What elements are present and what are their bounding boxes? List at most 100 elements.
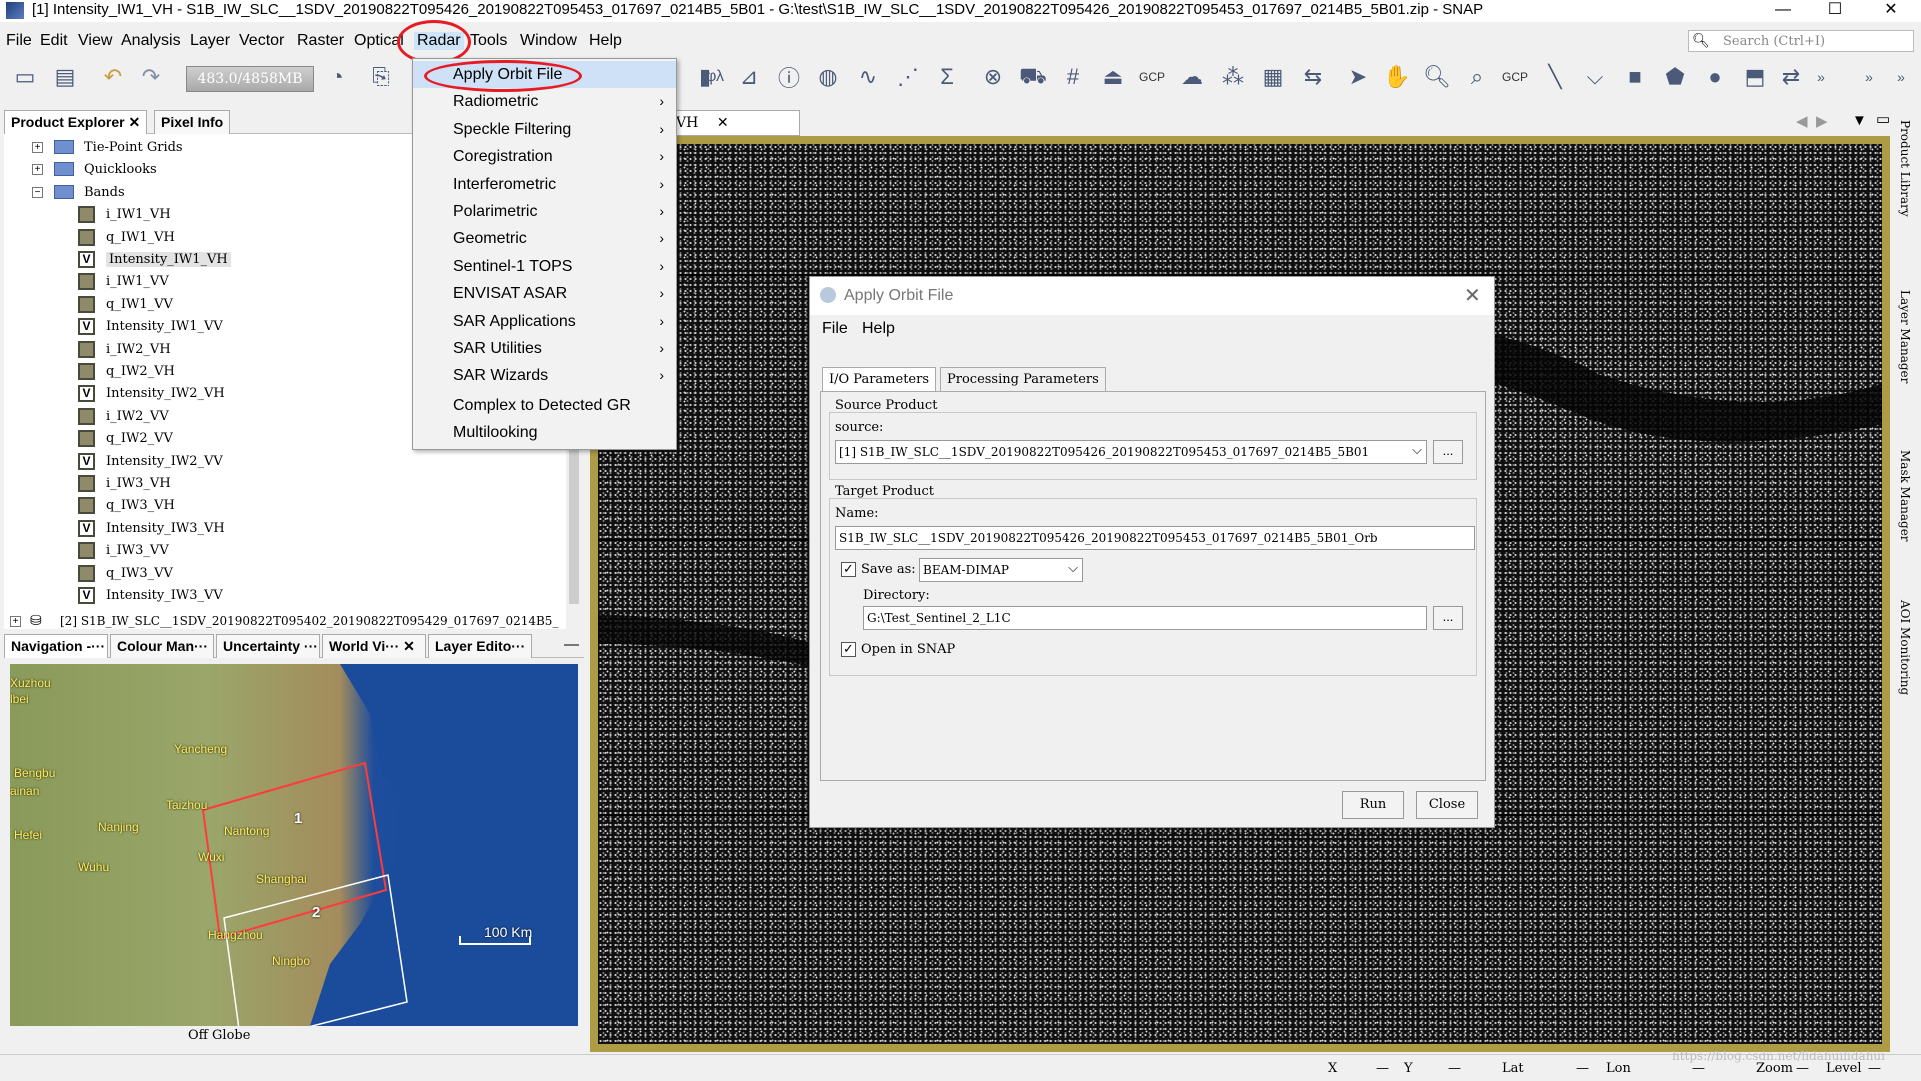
tab-layer-manager[interactable]: Layer Manager: [1898, 290, 1912, 383]
close-button[interactable]: Close: [1416, 791, 1478, 819]
rectangle-drawing-icon[interactable]: ■: [1620, 62, 1650, 92]
time-series-icon[interactable]: ⊗: [978, 62, 1008, 92]
directory-browse-button[interactable]: ...: [1433, 606, 1463, 630]
radar-menu-item-complex-to-detected-gr[interactable]: Complex to Detected GR: [413, 392, 676, 419]
expand-icon[interactable]: +: [10, 616, 21, 627]
menu-tools[interactable]: Tools: [470, 32, 507, 50]
tab-mask-manager[interactable]: Mask Manager: [1898, 450, 1912, 542]
radar-menu-item-multilooking[interactable]: Multilooking: [413, 419, 676, 446]
save-product-icon[interactable]: ▤: [50, 62, 80, 92]
menu-file[interactable]: File: [6, 32, 32, 50]
range-finder-icon[interactable]: ⇄: [1776, 62, 1806, 92]
synced-view-icon[interactable]: ⇆: [1298, 62, 1328, 92]
pin-placing-icon[interactable]: ⌕: [1462, 62, 1492, 92]
minimize-panel-icon[interactable]: —: [564, 636, 579, 653]
pan-tool-icon[interactable]: ✋: [1382, 62, 1412, 92]
toolbar-overflow-icon[interactable]: »: [1806, 62, 1836, 92]
radar-menu-item-interferometric[interactable]: Interferometric ›: [413, 171, 676, 198]
pin-manager-icon[interactable]: ⛟: [1018, 62, 1048, 92]
radar-menu-item-coregistration[interactable]: Coregistration ›: [413, 143, 676, 170]
radar-menu-item-sentinel-1-tops[interactable]: Sentinel-1 TOPS ›: [413, 253, 676, 280]
tree-node-i-iw3-vh[interactable]: i_IW3_VH: [4, 474, 564, 494]
menu-edit[interactable]: Edit: [40, 32, 68, 50]
information-icon[interactable]: ⓘ: [774, 62, 804, 92]
tab-colour-manipulation[interactable]: Colour Man···: [110, 634, 214, 658]
magic-wand-icon[interactable]: ⬒: [1740, 62, 1770, 92]
save-as-checkbox[interactable]: ✓: [841, 562, 856, 577]
scroll-left-icon[interactable]: ◀: [1796, 112, 1808, 130]
save-format-select[interactable]: BEAM-DIMAP ⌵: [919, 558, 1083, 582]
tab-uncertainty[interactable]: Uncertainty ···: [216, 634, 320, 658]
world-view-map[interactable]: Xuzhou lbei Yancheng Bengbu ainan Taizho…: [10, 664, 578, 1026]
maximize-icon[interactable]: ☐: [1810, 0, 1860, 22]
menu-view[interactable]: View: [78, 32, 112, 50]
mosaic-icon[interactable]: ▦: [1258, 62, 1288, 92]
menu-analysis[interactable]: Analysis: [121, 32, 181, 50]
expand-icon[interactable]: +: [32, 164, 43, 176]
pin-icon[interactable]: ⏏: [1098, 62, 1128, 92]
tree-node-q-iw3-vh[interactable]: q_IW3_VH: [4, 496, 564, 516]
dialog-close-icon[interactable]: ✕: [1464, 283, 1481, 308]
polyline-icon[interactable]: ⌵: [1580, 62, 1610, 92]
tree-node-intensity-iw3-vv[interactable]: V Intensity_IW3_VV: [4, 586, 564, 606]
expand-icon[interactable]: +: [32, 142, 43, 153]
spectrum-icon[interactable]: ∿: [853, 62, 883, 92]
menu-raster[interactable]: Raster: [297, 32, 344, 50]
radar-menu-item-radiometric[interactable]: Radiometric ›: [413, 88, 676, 115]
source-product-select[interactable]: [1] S1B_IW_SLC__1SDV_20190822T095426_201…: [835, 440, 1427, 464]
close-tab-icon[interactable]: ✕: [128, 114, 140, 130]
radar-menu-item-apply-orbit-file[interactable]: Apply Orbit File: [413, 61, 676, 88]
undo-icon[interactable]: ↶: [98, 62, 128, 92]
wavelength-icon[interactable]: φλ: [700, 62, 730, 92]
tree-node-intensity-iw2-vv[interactable]: V Intensity_IW2_VV: [4, 452, 564, 472]
grid-icon[interactable]: #: [1058, 62, 1088, 92]
cloud-icon[interactable]: ☁: [1177, 62, 1207, 92]
dialog-menu-help[interactable]: Help: [862, 320, 895, 338]
close-tab-icon[interactable]: ✕: [717, 115, 729, 131]
menu-vector[interactable]: Vector: [239, 32, 284, 50]
memory-indicator[interactable]: 483.0/4858MB: [186, 66, 314, 92]
tab-io-parameters[interactable]: I/O Parameters: [822, 367, 937, 391]
tree-node-intensity-iw3-vh[interactable]: V Intensity_IW3_VH: [4, 519, 564, 539]
layer-editor-icon[interactable]: ⁂: [1218, 62, 1248, 92]
menu-window[interactable]: Window: [520, 32, 577, 50]
tab-processing-parameters[interactable]: Processing Parameters: [940, 367, 1106, 391]
zoom-tool-icon[interactable]: 🔍︎: [1422, 62, 1452, 92]
gcp-placing-icon[interactable]: GCP: [1500, 62, 1530, 92]
tab-navigation[interactable]: Navigation -···: [4, 634, 108, 658]
run-button[interactable]: Run: [1342, 791, 1404, 819]
radar-menu-item-polarimetric[interactable]: Polarimetric ›: [413, 198, 676, 225]
polygon-drawing-icon[interactable]: ⬟: [1660, 62, 1690, 92]
tab-product-library[interactable]: Product Library: [1898, 120, 1912, 217]
toolbar-overflow-3-icon[interactable]: »: [1886, 62, 1916, 92]
radar-menu-item-speckle-filtering[interactable]: Speckle Filtering ›: [413, 116, 676, 143]
target-name-input[interactable]: S1B_IW_SLC__1SDV_20190822T095426_2019082…: [835, 526, 1475, 550]
open-product-icon[interactable]: ▭: [10, 62, 40, 92]
gcp-manager-icon[interactable]: GCP: [1137, 62, 1167, 92]
source-browse-button[interactable]: ...: [1433, 440, 1463, 464]
menu-help[interactable]: Help: [589, 32, 622, 50]
search-box[interactable]: 🔍︎ Search (Ctrl+I): [1688, 30, 1914, 52]
tab-pixel-info[interactable]: Pixel Info: [154, 110, 231, 134]
tab-product-explorer[interactable]: Product Explorer ✕: [4, 110, 148, 134]
menu-radar[interactable]: Radar: [414, 32, 464, 50]
tree-node-q-iw3-vv[interactable]: q_IW3_VV: [4, 564, 564, 584]
gc-icon[interactable]: ◔: [322, 62, 352, 92]
toolbar-overflow-2-icon[interactable]: »: [1854, 62, 1884, 92]
close-window-icon[interactable]: ✕: [1866, 0, 1916, 22]
geocoding-icon[interactable]: ◍: [813, 62, 843, 92]
redo-icon[interactable]: ↷: [136, 62, 166, 92]
minimize-icon[interactable]: —: [1758, 0, 1808, 22]
radar-menu-item-sar-applications[interactable]: SAR Applications ›: [413, 308, 676, 335]
session-icon[interactable]: ⎘: [366, 62, 396, 92]
radar-menu-item-geometric[interactable]: Geometric ›: [413, 225, 676, 252]
tree-node-i-iw3-vv[interactable]: i_IW3_VV: [4, 541, 564, 561]
tab-world-view[interactable]: World Vi··· ✕: [322, 634, 426, 658]
radar-menu-item-envisat-asar[interactable]: ENVISAT ASAR ›: [413, 280, 676, 307]
menu-layer[interactable]: Layer: [190, 32, 230, 50]
radar-menu-item-sar-wizards[interactable]: SAR Wizards ›: [413, 362, 676, 389]
open-in-snap-checkbox[interactable]: ✓: [841, 642, 856, 657]
radar-menu-item-sar-utilities[interactable]: SAR Utilities ›: [413, 335, 676, 362]
dialog-menu-file[interactable]: File: [822, 320, 848, 338]
tab-list-icon[interactable]: ▼: [1852, 112, 1867, 129]
